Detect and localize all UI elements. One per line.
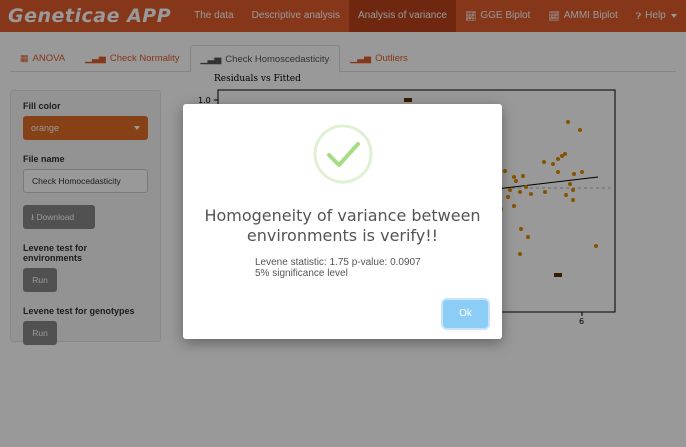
dialog-title-line1: Homogeneity of variance between [204,206,481,225]
levene-statistic-text: Levene statistic: 1.75 p-value: 0.0907 [255,257,421,268]
check-circle-icon [313,124,373,184]
dialog-title-line2: environments is verify!! [246,226,439,245]
dialog-title: Homogeneity of variance between environm… [183,206,502,246]
dialog-text: Levene statistic: 1.75 p-value: 0.0907 5… [255,257,421,279]
significance-level-text: 5% significance level [255,268,348,279]
alert-dialog: Homogeneity of variance between environm… [183,104,502,339]
ok-button[interactable]: Ok [443,300,488,328]
